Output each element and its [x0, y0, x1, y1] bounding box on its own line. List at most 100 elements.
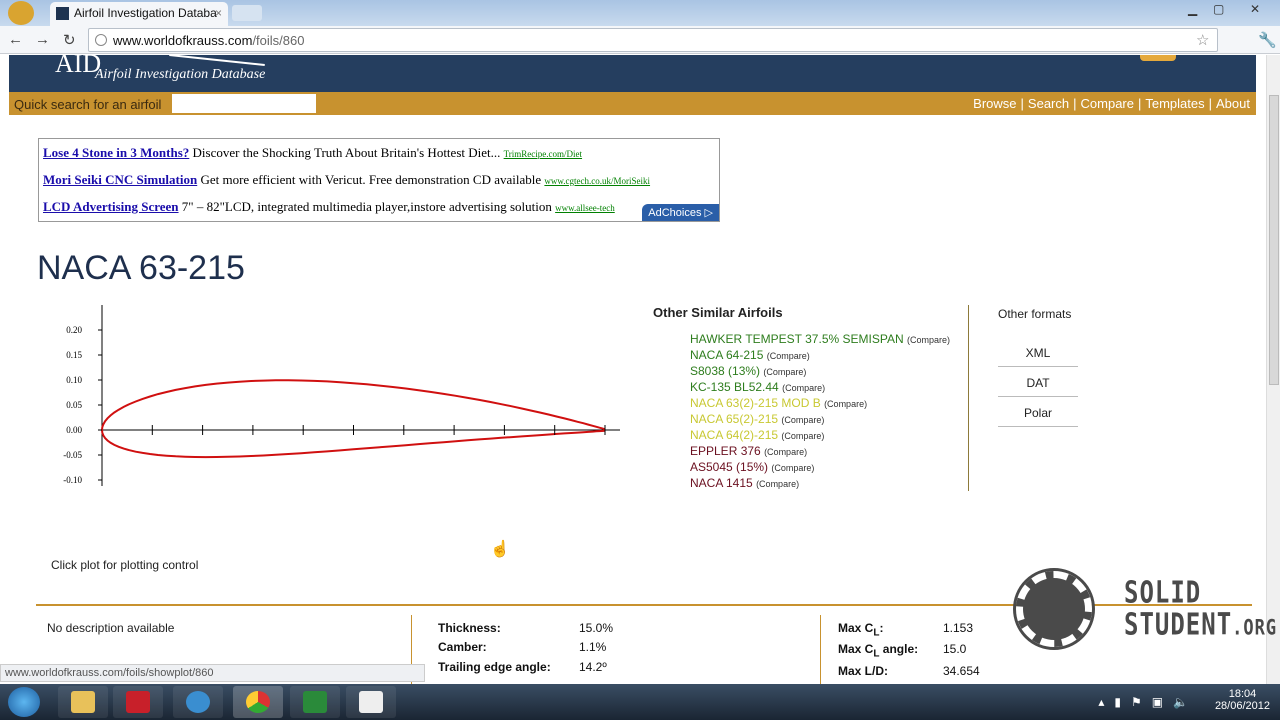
similar-airfoils: Other Similar Airfoils HAWKER TEMPEST 37… — [653, 305, 950, 492]
address-bar[interactable]: www.worldofkrauss.com/foils/860 — [88, 28, 1218, 52]
similar-airfoil-link[interactable]: HAWKER TEMPEST 37.5% SEMISPAN — [690, 332, 904, 346]
quick-search-input[interactable] — [172, 94, 316, 113]
taskbar: ▴▮⚑▣🔈 18:04 28/06/2012 — [0, 684, 1280, 720]
format-xml-link[interactable]: XML — [998, 337, 1078, 367]
bookmark-star-icon[interactable]: ☆ — [1196, 31, 1209, 49]
compare-link[interactable]: (Compare) — [764, 447, 807, 457]
globe-icon — [95, 34, 107, 46]
y-tick-label: 0.10 — [66, 375, 82, 385]
site-header: AID Airfoil Investigation Database — [9, 55, 1256, 92]
ad-url[interactable]: www.cgtech.co.uk/MoriSeiki — [544, 176, 650, 186]
similar-airfoil-link[interactable]: NACA 1415 — [690, 476, 753, 490]
max-cl-value: 1.153 — [943, 621, 974, 635]
max-cl-angle-value: 15.0 — [943, 642, 967, 656]
scrollbar-thumb[interactable] — [1269, 95, 1279, 385]
ad-link[interactable]: Mori Seiki CNC Simulation — [43, 172, 197, 187]
taskbar-explorer[interactable] — [58, 686, 108, 718]
compare-link[interactable]: (Compare) — [756, 479, 799, 489]
y-tick-label: 0.05 — [66, 400, 82, 410]
compare-link[interactable]: (Compare) — [824, 399, 867, 409]
format-dat-link[interactable]: DAT — [998, 367, 1078, 397]
watermark-suffix: .ORG — [1232, 615, 1278, 641]
compare-link[interactable]: (Compare) — [907, 335, 950, 345]
airfoil-plot[interactable]: 0.20 0.15 0.10 0.05 0.00 -0.05 -0.10 — [55, 303, 625, 493]
max-cl-label: Max CL: — [838, 621, 884, 639]
similar-airfoil-item: NACA 64-215 (Compare) — [690, 348, 950, 364]
url-path: /foils/860 — [252, 33, 305, 48]
tab-title: Airfoil Investigation Databa — [74, 6, 217, 20]
plot-hint: Click plot for plotting control — [51, 558, 199, 572]
menu-browse[interactable]: Browse — [973, 96, 1016, 111]
camber-label: Camber: — [438, 640, 487, 654]
similar-airfoil-item: NACA 63(2)-215 MOD B (Compare) — [690, 396, 950, 412]
formats-title: Other formats — [998, 307, 1072, 321]
taskbar-excel[interactable] — [290, 686, 340, 718]
new-tab-button[interactable] — [232, 5, 262, 21]
close-window-button[interactable]: ✕ — [1250, 2, 1260, 16]
adchoices-button[interactable]: AdChoices ▷ — [642, 204, 719, 221]
compare-link[interactable]: (Compare) — [781, 431, 824, 441]
watermark-line1: SOLID — [1124, 575, 1202, 610]
ad-row: Mori Seiki CNC Simulation Get more effic… — [43, 172, 650, 188]
similar-title: Other Similar Airfoils — [653, 305, 783, 320]
wrench-menu-icon[interactable]: 🔧 — [1258, 31, 1277, 49]
te-angle-value: 14.2º — [579, 660, 607, 674]
similar-list: HAWKER TEMPEST 37.5% SEMISPAN (Compare) N… — [690, 332, 950, 492]
column-divider — [820, 615, 821, 685]
similar-airfoil-item: HAWKER TEMPEST 37.5% SEMISPAN (Compare) — [690, 332, 950, 348]
header-badge — [1140, 55, 1176, 61]
taskbar-solidworks[interactable] — [113, 686, 163, 718]
ad-link[interactable]: Lose 4 Stone in 3 Months? — [43, 145, 189, 160]
status-bar-url: www.worldofkrauss.com/foils/showplot/860 — [0, 664, 425, 682]
ad-text: Discover the Shocking Truth About Britai… — [192, 145, 501, 160]
y-tick-label: -0.05 — [63, 450, 82, 460]
similar-airfoil-link[interactable]: NACA 65(2)-215 — [690, 412, 778, 426]
airfoil-outline — [100, 379, 606, 459]
similar-airfoil-link[interactable]: EPPLER 376 — [690, 444, 761, 458]
menu-search[interactable]: Search — [1028, 96, 1069, 111]
compare-link[interactable]: (Compare) — [781, 415, 824, 425]
hand-cursor-icon: ☝ — [490, 541, 510, 558]
compare-link[interactable]: (Compare) — [767, 351, 810, 361]
taskbar-document[interactable] — [346, 686, 396, 718]
similar-airfoil-link[interactable]: S8038 (13%) — [690, 364, 760, 378]
ad-link[interactable]: LCD Advertising Screen — [43, 199, 179, 214]
similar-airfoil-link[interactable]: KC-135 BL52.44 — [690, 380, 779, 394]
start-button[interactable] — [8, 687, 40, 717]
menu-compare[interactable]: Compare — [1081, 96, 1134, 111]
ad-text: 7" – 82"LCD, integrated multimedia playe… — [181, 199, 552, 214]
other-formats: Other formats XML DAT Polar — [998, 307, 1078, 427]
forward-button[interactable]: → — [35, 31, 50, 48]
clock[interactable]: 18:04 28/06/2012 — [1215, 688, 1270, 712]
ad-row: LCD Advertising Screen 7" – 82"LCD, inte… — [43, 199, 615, 215]
format-polar-link[interactable]: Polar — [998, 397, 1078, 427]
nav-bar: Quick search for an airfoil Browse | Searc… — [9, 92, 1256, 115]
reload-button[interactable]: ↻ — [63, 31, 76, 49]
compare-link[interactable]: (Compare) — [782, 383, 825, 393]
similar-airfoil-link[interactable]: AS5045 (15%) — [690, 460, 768, 474]
system-tray-icons[interactable]: ▴▮⚑▣🔈 — [1098, 695, 1198, 709]
ad-url[interactable]: TrimRecipe.com/Diet — [504, 149, 582, 159]
thickness-label: Thickness: — [438, 621, 501, 635]
compare-link[interactable]: (Compare) — [771, 463, 814, 473]
max-ld-label: Max L/D: — [838, 664, 889, 678]
back-button[interactable]: ← — [8, 31, 23, 48]
ad-url[interactable]: www.allsee-tech — [555, 203, 615, 213]
minimize-button[interactable]: ▁ — [1188, 2, 1197, 16]
menu-about[interactable]: About — [1216, 96, 1250, 111]
taskbar-chrome[interactable] — [233, 686, 283, 718]
close-tab-icon[interactable]: × — [215, 6, 222, 20]
solidstudent-watermark: SOLID STUDENT.ORG — [1008, 567, 1280, 657]
similar-airfoil-link[interactable]: NACA 63(2)-215 MOD B — [690, 396, 821, 410]
similar-airfoil-link[interactable]: NACA 64(2)-215 — [690, 428, 778, 442]
menu-templates[interactable]: Templates — [1145, 96, 1204, 111]
logo-swoosh — [169, 55, 265, 67]
similar-airfoil-item: KC-135 BL52.44 (Compare) — [690, 380, 950, 396]
watermark-gear-icon — [1013, 568, 1095, 650]
browser-tab[interactable]: Airfoil Investigation Databa × — [50, 2, 228, 26]
compare-link[interactable]: (Compare) — [763, 367, 806, 377]
similar-airfoil-link[interactable]: NACA 64-215 — [690, 348, 763, 362]
taskbar-camera-app[interactable] — [173, 686, 223, 718]
te-angle-label: Trailing edge angle: — [438, 660, 551, 674]
maximize-button[interactable]: ▢ — [1213, 2, 1224, 16]
